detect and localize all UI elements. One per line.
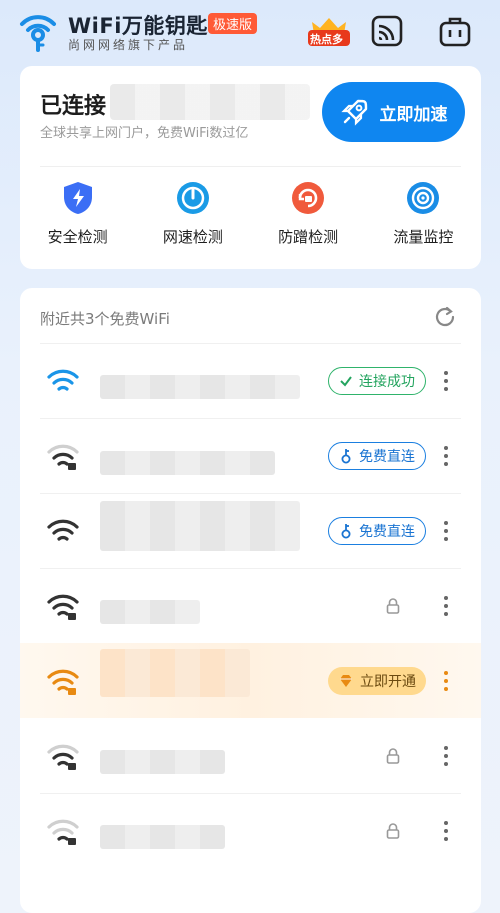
lock-icon: [386, 748, 400, 764]
toolbox-icon[interactable]: [438, 14, 472, 48]
boost-label: 立即加速: [379, 104, 448, 125]
ssid-redacted: [100, 501, 300, 551]
refresh-icon[interactable]: [432, 304, 458, 330]
wifi-key-logo-icon: [20, 15, 56, 52]
ssid-redacted: [100, 825, 225, 849]
wifi-signal-locked-icon: [47, 444, 79, 470]
vip-gem-icon: [340, 675, 352, 687]
more-options-icon[interactable]: [440, 444, 452, 468]
wifi-row-free[interactable]: 免费直连: [20, 418, 481, 493]
wifi-signal-locked-icon: [47, 594, 79, 620]
more-options-icon[interactable]: [440, 519, 452, 543]
row-divider: [40, 568, 461, 569]
wifi-signal-icon: [47, 519, 79, 541]
free-connect-button[interactable]: 免费直连: [328, 442, 426, 470]
row-divider: [40, 793, 461, 794]
free-connect-label: 免费直连: [359, 524, 415, 540]
more-options-icon[interactable]: [440, 594, 452, 618]
tool-speed-test[interactable]: 网速检测: [135, 180, 250, 260]
wifi-signal-locked-icon: [47, 669, 79, 695]
wifi-row-connected[interactable]: 连接成功: [20, 343, 481, 418]
wifi-row-locked[interactable]: [20, 793, 481, 868]
more-options-icon[interactable]: [440, 744, 452, 768]
ssid-redacted: [100, 375, 300, 399]
lock-icon: [386, 598, 400, 614]
ssid-redacted: [100, 649, 250, 697]
wifi-row-free[interactable]: 免费直连: [20, 493, 481, 568]
wifi-signal-icon: [47, 369, 79, 391]
tool-traffic-monitor[interactable]: 流量监控: [366, 180, 481, 260]
connected-status-button[interactable]: 连接成功: [328, 367, 426, 395]
connection-subtitle: 全球共享上网门户，免费WiFi数过亿: [40, 126, 249, 141]
screen-mirror-icon[interactable]: [370, 14, 404, 48]
row-divider: [40, 343, 461, 344]
more-options-icon[interactable]: [440, 369, 452, 393]
tool-label: 流量监控: [393, 228, 454, 246]
connection-status: 已连接: [40, 94, 107, 119]
nearby-count-title: 附近共3个免费WiFi: [40, 310, 170, 328]
lock-icon: [386, 823, 400, 839]
nearby-wifi-card: 附近共3个免费WiFi 连接成功 免费直连 免费直连 立即开通: [20, 288, 481, 913]
card-divider: [40, 166, 461, 167]
speed-edition-badge: 极速版: [208, 13, 258, 34]
vip-hotspot-label: 热点多: [310, 33, 343, 46]
more-options-icon[interactable]: [440, 819, 452, 843]
key-icon: [341, 524, 351, 539]
ssid-redacted: [100, 451, 275, 475]
tool-label: 防蹭检测: [278, 228, 339, 246]
app-slogan: 尚网网络旗下产品: [68, 38, 189, 52]
wifi-signal-locked-icon: [47, 744, 79, 770]
connected-label: 连接成功: [359, 374, 415, 390]
check-icon: [340, 376, 352, 387]
free-connect-button[interactable]: 免费直连: [328, 517, 426, 545]
tools-row: 安全检测 网速检测 防蹭检测 流量监控: [20, 180, 481, 260]
boost-button[interactable]: 立即加速: [322, 82, 465, 142]
row-divider: [40, 418, 461, 419]
row-divider: [40, 493, 461, 494]
more-options-icon[interactable]: [440, 669, 452, 693]
connected-ssid-redacted: [110, 84, 310, 120]
key-icon: [341, 449, 351, 464]
app-header: WiFi万能钥匙 极速版 尚网网络旗下产品 热点多: [0, 0, 500, 62]
wifi-row-vip[interactable]: 立即开通: [20, 643, 481, 718]
wifi-row-locked[interactable]: [20, 718, 481, 793]
tool-anti-leech[interactable]: 防蹭检测: [251, 180, 366, 260]
anti-leech-icon: [292, 182, 325, 214]
connection-card: 已连接 全球共享上网门户，免费WiFi数过亿 立即加速 安全检测 网速检测 防蹭…: [20, 66, 481, 269]
traffic-icon: [407, 182, 440, 214]
shield-icon: [63, 182, 92, 214]
wifi-row-locked[interactable]: [20, 568, 481, 643]
speedometer-icon: [176, 182, 209, 214]
tool-label: 网速检测: [162, 228, 223, 246]
vip-hotspot-button[interactable]: 热点多: [306, 14, 352, 48]
ssid-redacted: [100, 600, 200, 624]
tool-security-check[interactable]: 安全检测: [20, 180, 135, 260]
ssid-redacted: [100, 750, 225, 774]
free-connect-label: 免费直连: [359, 449, 415, 465]
vip-open-button[interactable]: 立即开通: [328, 667, 426, 695]
wifi-signal-locked-icon: [47, 819, 79, 845]
tool-label: 安全检测: [47, 228, 108, 246]
rocket-icon: [340, 99, 367, 126]
vip-open-label: 立即开通: [360, 674, 416, 690]
